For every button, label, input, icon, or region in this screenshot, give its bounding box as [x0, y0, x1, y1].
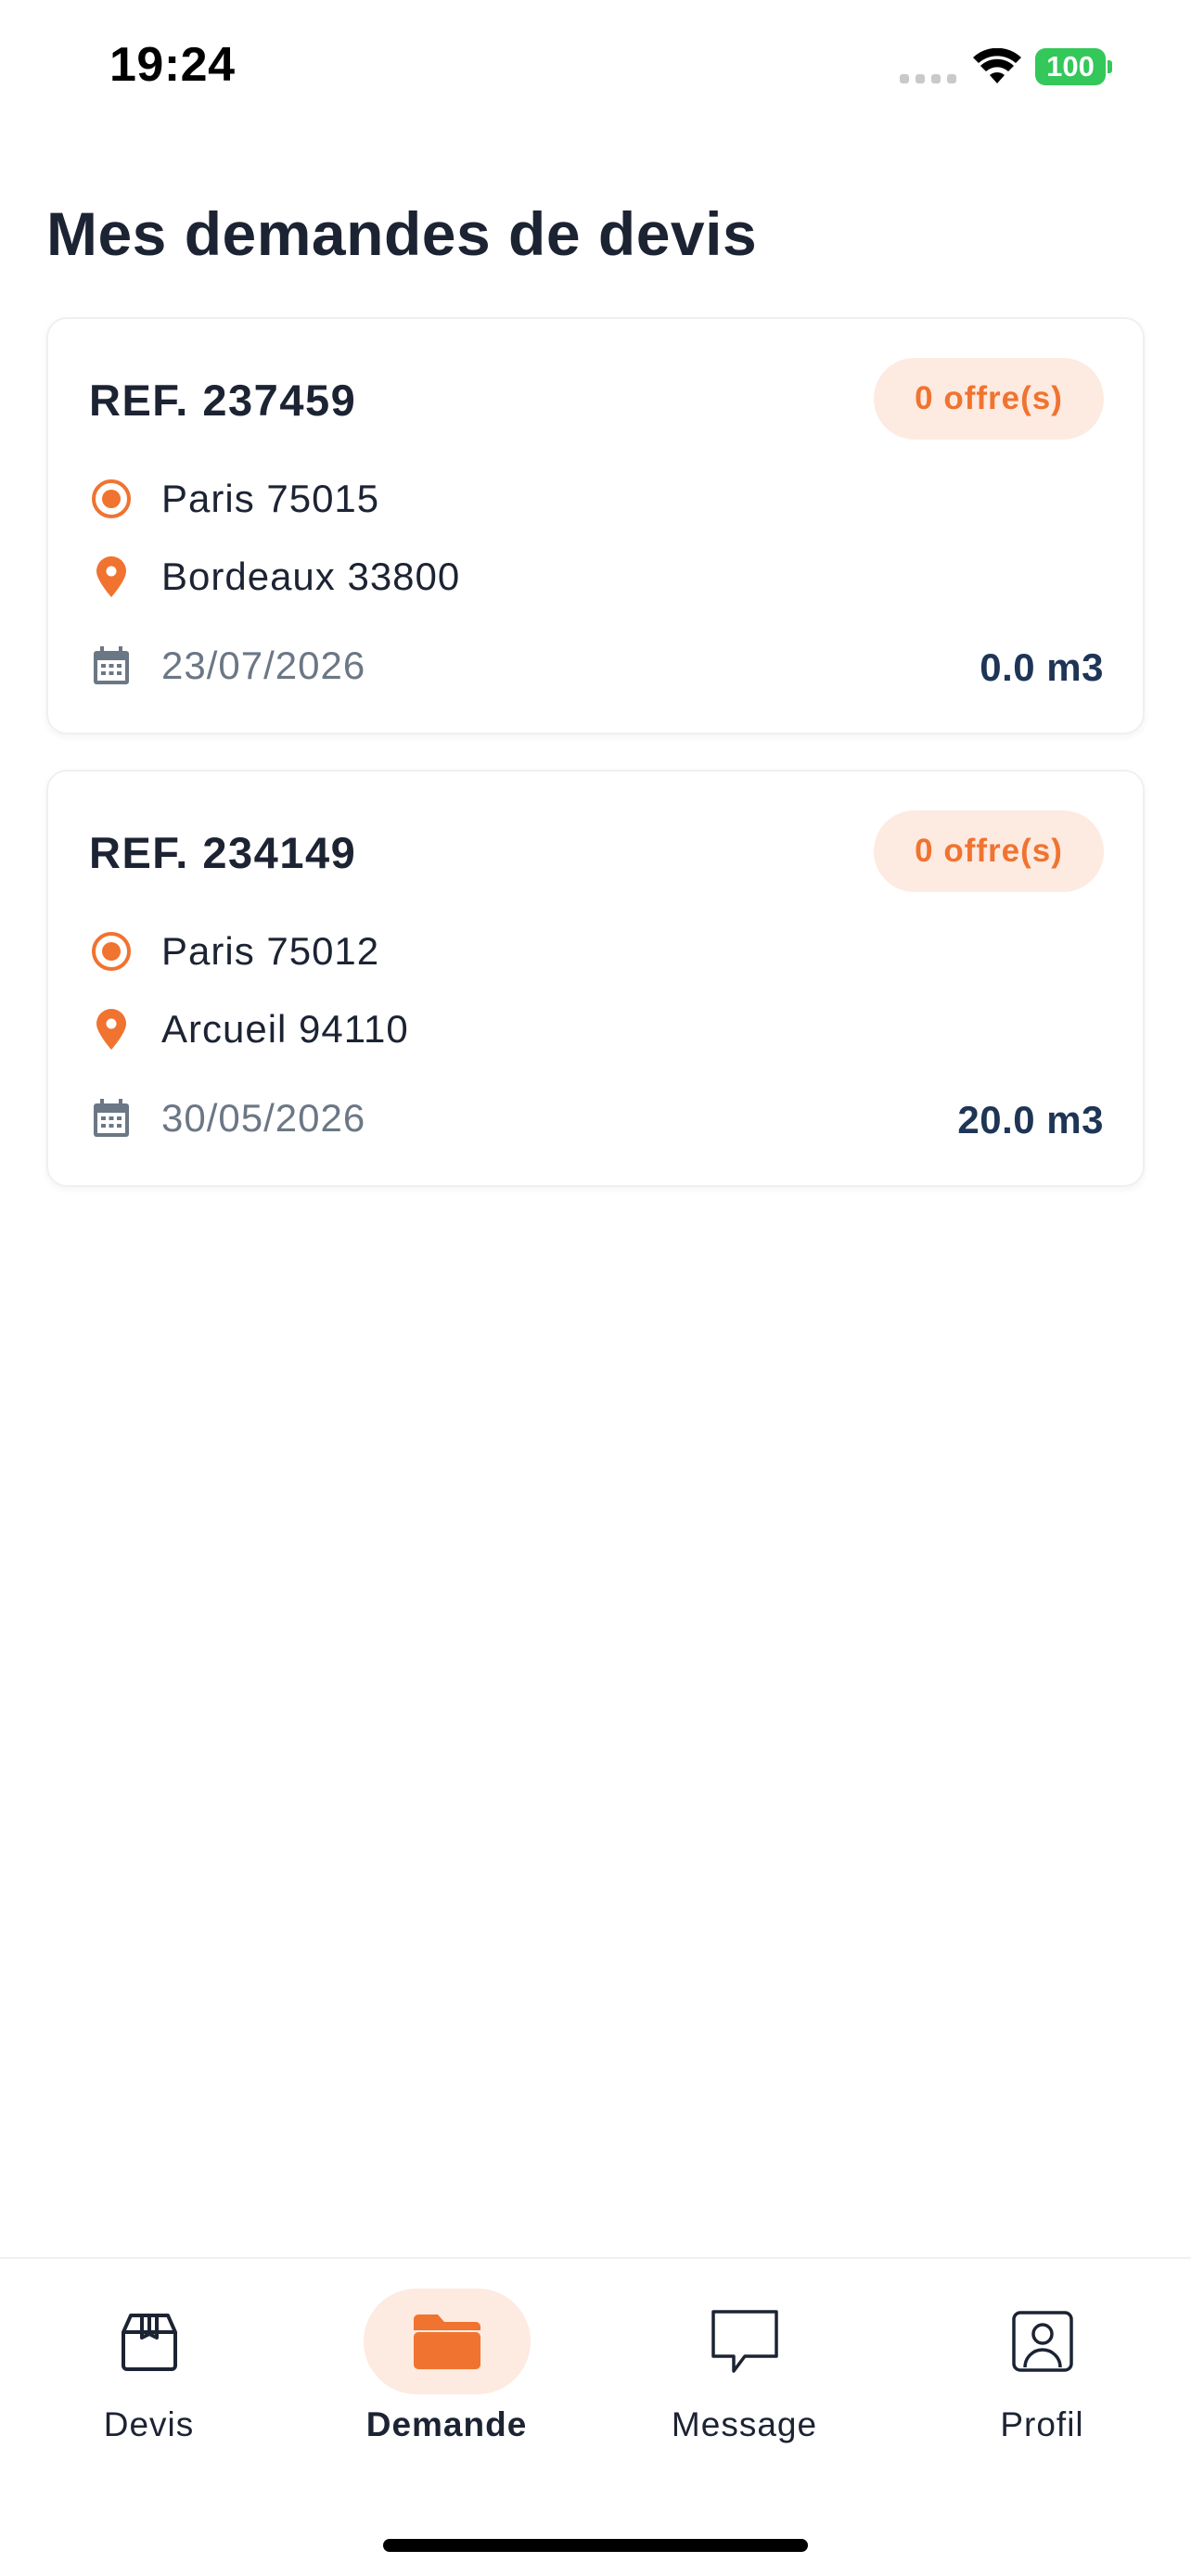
origin-city: Paris 75012 — [161, 929, 380, 973]
tab-message[interactable]: Message — [596, 2259, 893, 2444]
destination-row: Bordeaux 33800 — [89, 555, 460, 599]
request-ref: REF. 237459 — [89, 376, 357, 425]
destination-row: Arcueil 94110 — [89, 1007, 409, 1052]
page-title: Mes demandes de devis — [46, 199, 758, 268]
profile-icon — [1011, 2311, 1073, 2372]
destination-city: Arcueil 94110 — [161, 1007, 409, 1051]
origin-city: Paris 75015 — [161, 477, 380, 520]
tab-label: Devis — [103, 2405, 195, 2443]
chat-icon — [711, 2310, 778, 2373]
origin-row: Paris 75015 — [89, 477, 379, 521]
tab-bar: Devis Demande Message Profil — [0, 2257, 1191, 2576]
status-bar: 19:24 100 — [0, 0, 1191, 139]
request-ref: REF. 234149 — [89, 828, 357, 877]
volume-value: 0.0 m3 — [980, 645, 1104, 689]
origin-row: Paris 75012 — [89, 929, 379, 974]
move-date: 30/05/2026 — [161, 1096, 366, 1140]
request-card[interactable]: REF. 234149 0 offre(s) Paris 75012 Arcue… — [46, 770, 1145, 1187]
origin-radio-icon — [89, 929, 134, 974]
tab-label: Profil — [1000, 2405, 1084, 2443]
offers-badge: 0 offre(s) — [874, 358, 1104, 440]
battery-level: 100 — [1035, 48, 1106, 85]
wifi-icon — [973, 48, 1021, 83]
calendar-icon — [89, 1096, 134, 1141]
location-pin-icon — [89, 1007, 134, 1052]
calendar-icon — [89, 644, 134, 688]
move-date: 23/07/2026 — [161, 644, 366, 687]
box-icon — [121, 2314, 177, 2371]
tab-label: Demande — [365, 2405, 528, 2443]
tab-label: Message — [671, 2405, 818, 2443]
destination-city: Bordeaux 33800 — [161, 555, 461, 598]
volume-value: 20.0 m3 — [957, 1098, 1104, 1141]
date-row: 30/05/2026 — [89, 1096, 365, 1141]
tab-profil[interactable]: Profil — [893, 2259, 1191, 2444]
date-row: 23/07/2026 — [89, 644, 365, 688]
home-indicator[interactable] — [383, 2539, 808, 2552]
origin-radio-icon — [89, 477, 134, 521]
location-pin-icon — [89, 555, 134, 599]
offers-badge: 0 offre(s) — [874, 810, 1104, 892]
tab-devis[interactable]: Devis — [0, 2259, 298, 2444]
screen: 19:24 100 Mes demandes de devis REF. 237… — [0, 0, 1191, 2576]
battery-icon: 100 — [1035, 48, 1113, 85]
folder-icon — [413, 2315, 480, 2369]
status-time: 19:24 — [109, 38, 236, 92]
tab-demande[interactable]: Demande — [298, 2259, 596, 2444]
signal-icon — [900, 74, 956, 83]
request-card[interactable]: REF. 237459 0 offre(s) Paris 75015 Borde… — [46, 317, 1145, 734]
